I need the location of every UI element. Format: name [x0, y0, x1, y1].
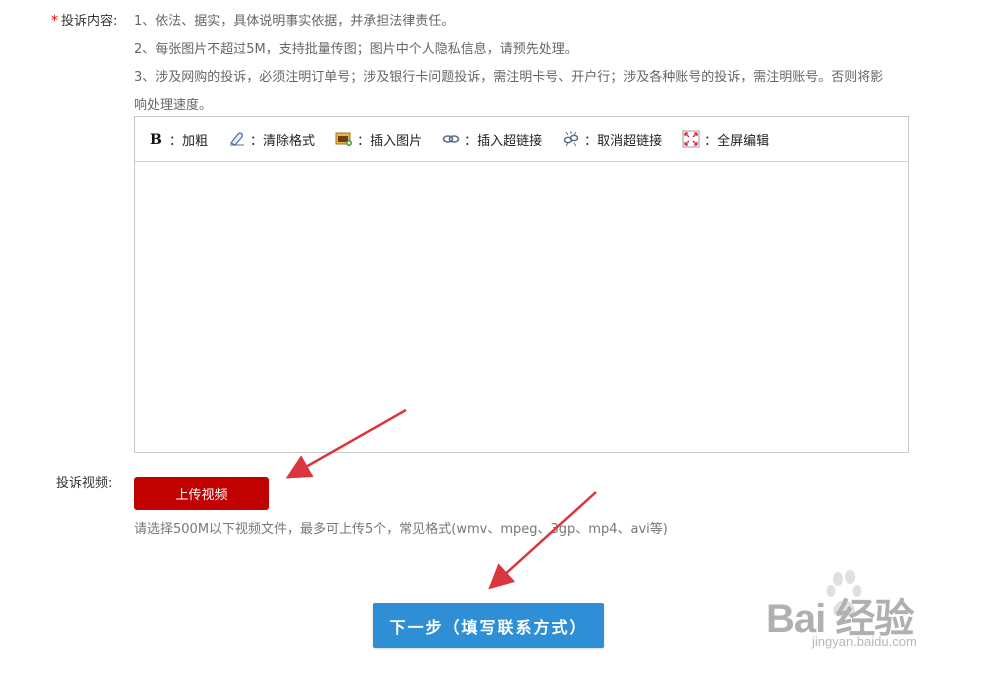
link-icon — [442, 130, 460, 148]
fullscreen-icon — [682, 130, 700, 148]
eraser-icon — [228, 130, 246, 148]
fullscreen-sep: ： — [704, 133, 718, 149]
required-mark: * — [51, 13, 58, 29]
image-icon — [335, 130, 353, 148]
video-label: 投诉视频: — [56, 476, 113, 491]
upload-video-button[interactable]: 上传视频 — [134, 477, 269, 510]
clear-format-label: 清除格式 — [263, 133, 316, 149]
clear-format-button[interactable]: ： 清除格式 — [228, 130, 315, 149]
bold-sep: ： — [169, 133, 183, 149]
arrow-to-next — [488, 491, 597, 590]
insert-link-button[interactable]: ： 插入超链接 — [442, 130, 542, 149]
bold-label: 加粗 — [182, 133, 209, 149]
insert-image-label: 插入图片 — [370, 133, 423, 149]
link-sep: ： — [464, 133, 478, 149]
insert-image-button[interactable]: ： 插入图片 — [335, 130, 422, 149]
note-line-3: 3、涉及网购的投诉，必须注明订单号；涉及银行卡问题投诉，需注明卡号、开户行；涉及… — [134, 70, 884, 85]
note-line-4: 响处理速度。 — [134, 98, 213, 113]
insert-link-label: 插入超链接 — [477, 133, 543, 149]
editor-text-area[interactable] — [135, 162, 908, 452]
fullscreen-label: 全屏编辑 — [717, 133, 770, 149]
clear-sep: ： — [250, 133, 264, 149]
bold-icon: B — [147, 130, 165, 148]
next-step-button[interactable]: 下一步（填写联系方式） — [373, 603, 604, 648]
note-line-1: 1、依法、据实，具体说明事实依据，并承担法律责任。 — [134, 14, 455, 29]
unlink-sep: ： — [584, 133, 598, 149]
fullscreen-button[interactable]: ： 全屏编辑 — [682, 130, 769, 149]
unlink-icon — [562, 130, 580, 148]
remove-link-label: 取消超链接 — [597, 133, 663, 149]
remove-link-button[interactable]: ： 取消超链接 — [562, 130, 662, 149]
content-label-text: 投诉内容: — [61, 14, 118, 29]
bold-button[interactable]: B ： 加粗 — [147, 130, 208, 149]
note-line-2: 2、每张图片不超过5M，支持批量传图；图片中个人隐私信息，请预先处理。 — [134, 42, 578, 57]
editor-toolbar: B ： 加粗 ： 清除格式 ： 插入图片 ： 插入超链接 ： 取消超链接 ： 全… — [135, 117, 908, 162]
svg-text:B: B — [150, 132, 162, 146]
watermark-url: jingyan.baidu.com — [812, 634, 917, 649]
image-sep: ： — [357, 133, 371, 149]
video-hint: 请选择500M以下视频文件，最多可上传5个，常见格式(wmv、mpeg、3gp、… — [134, 522, 668, 537]
content-label: * 投诉内容: — [51, 10, 117, 29]
rich-text-editor: B ： 加粗 ： 清除格式 ： 插入图片 ： 插入超链接 ： 取消超链接 ： 全… — [134, 116, 909, 453]
